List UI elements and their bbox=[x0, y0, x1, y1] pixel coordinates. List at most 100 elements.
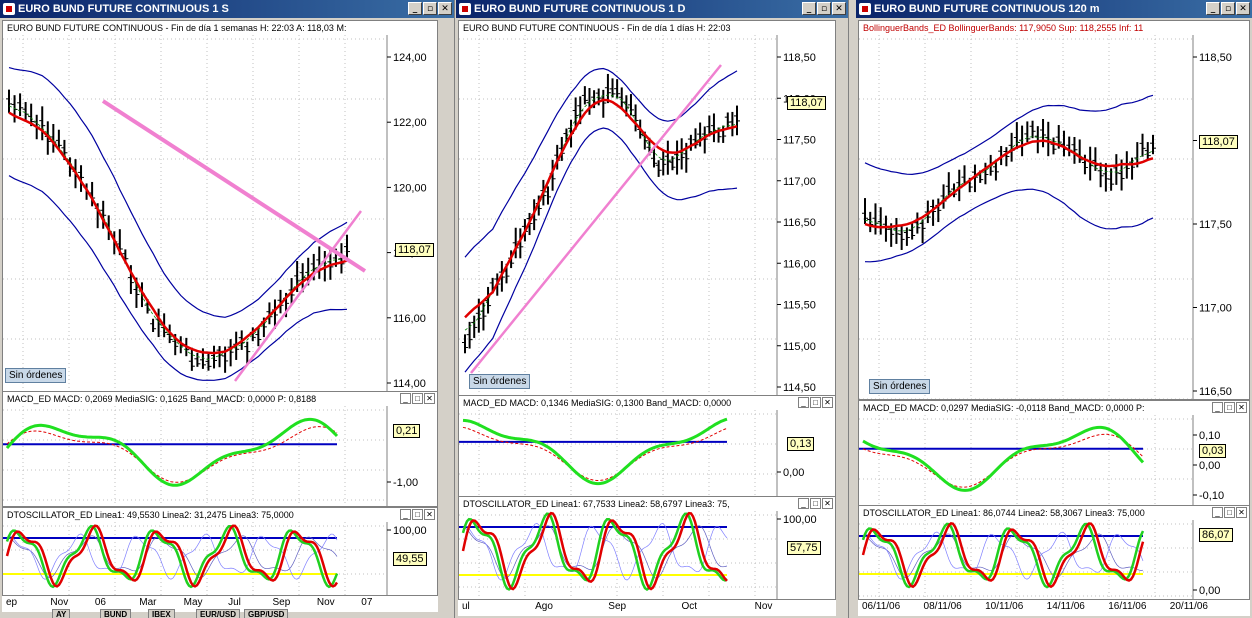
window-title-bar[interactable]: EURO BUND FUTURE CONTINUOUS 1 D _ ▫ ✕ bbox=[456, 0, 848, 18]
axis-tick-label: 124,00 bbox=[393, 52, 427, 64]
axis-tick-label: 0,00 bbox=[783, 467, 804, 479]
axis-tick-label: 0,00 bbox=[1199, 460, 1220, 472]
orders-button[interactable]: Sin órdenes bbox=[5, 368, 67, 383]
axis-tick-label: 116,00 bbox=[393, 313, 426, 325]
osc-last-badge: 49,55 bbox=[393, 552, 427, 566]
axis-tick-label: 118,50 bbox=[1199, 52, 1232, 64]
app-icon bbox=[459, 3, 471, 15]
orders-button[interactable]: Sin órdenes bbox=[469, 374, 531, 389]
trend-line bbox=[233, 210, 363, 382]
price-pane[interactable]: EURO BUND FUTURE CONTINUOUS - Fin de día… bbox=[2, 20, 438, 392]
minimize-icon[interactable]: _ bbox=[1206, 2, 1220, 15]
macd-last-badge: 0,13 bbox=[787, 437, 815, 451]
time-axis-label: Mar bbox=[139, 597, 157, 608]
macd-line bbox=[862, 425, 1145, 492]
time-axis-label: Ago bbox=[535, 601, 553, 612]
oscillator-chart[interactable]: 100,00 bbox=[3, 508, 438, 601]
close-icon[interactable]: ✕ bbox=[438, 2, 452, 15]
time-axis: ul Ago Sep Oct Nov bbox=[458, 599, 836, 616]
symbol-tab[interactable]: AY bbox=[52, 609, 71, 618]
window-title-bar[interactable]: EURO BUND FUTURE CONTINUOUS 1 S _ ▫ ✕ bbox=[0, 0, 454, 18]
window-title: EURO BUND FUTURE CONTINUOUS 1 S bbox=[18, 3, 229, 15]
axis-tick-label: 122,00 bbox=[393, 117, 427, 129]
axis-tick-label: 117,00 bbox=[783, 176, 816, 188]
time-axis-label: 14/11/06 bbox=[1046, 601, 1085, 612]
oscillator-pane[interactable]: DTOSCILLATOR_ED Linea1: 86,0744 Linea2: … bbox=[858, 505, 1250, 601]
chart-window-weekly[interactable]: EURO BUND FUTURE CONTINUOUS 1 S _ ▫ ✕ EU… bbox=[0, 0, 455, 618]
macd-chart[interactable]: -1,00 bbox=[3, 392, 438, 507]
price-pane[interactable]: BollinguerBands_ED BollinguerBands: 117,… bbox=[858, 20, 1250, 400]
oscillator-pane[interactable]: DTOSCILLATOR_ED Linea1: 49,5530 Linea2: … bbox=[2, 507, 438, 601]
price-pane[interactable]: EURO BUND FUTURE CONTINUOUS - Fin de día… bbox=[458, 20, 836, 396]
axis-tick-label: 115,50 bbox=[783, 300, 816, 312]
time-axis-label: Jul bbox=[228, 597, 241, 608]
restore-icon[interactable]: ▫ bbox=[1221, 2, 1235, 15]
osc-last-badge: 86,07 bbox=[1199, 528, 1233, 542]
window-title-bar[interactable]: EURO BUND FUTURE CONTINUOUS 120 m _ ▫ ✕ bbox=[856, 0, 1252, 18]
macd-pane[interactable]: MACD_ED MACD: 0,0297 MediaSIG: -0,0118 B… bbox=[858, 400, 1250, 506]
close-icon[interactable]: ✕ bbox=[832, 2, 846, 15]
osc-line-2 bbox=[5, 524, 339, 589]
lower-band bbox=[464, 127, 738, 373]
minimize-icon[interactable]: _ bbox=[408, 2, 422, 15]
restore-icon[interactable]: ▫ bbox=[423, 2, 437, 15]
moving-average bbox=[864, 139, 1154, 229]
time-axis-label: 08/11/06 bbox=[923, 601, 962, 612]
time-axis-label: 20/11/06 bbox=[1169, 601, 1208, 612]
axis-tick-label: 100,00 bbox=[783, 514, 817, 526]
symbol-tabs[interactable]: AY BUND IBEX EUR/USD GBP/USD bbox=[0, 609, 289, 618]
chart-window-intraday[interactable]: EURO BUND FUTURE CONTINUOUS 120 m _ ▫ ✕ … bbox=[856, 0, 1252, 618]
osc-last-badge: 57,75 bbox=[787, 541, 821, 555]
oscillator-chart[interactable]: 100,00 bbox=[459, 497, 836, 602]
axis-tick-label: 116,50 bbox=[1199, 386, 1232, 398]
axis-tick-label: 116,00 bbox=[783, 258, 816, 270]
symbol-tab[interactable]: EUR/USD bbox=[196, 609, 241, 618]
oscillator-chart[interactable]: 0,00 bbox=[859, 506, 1250, 601]
macd-signal-line bbox=[6, 426, 338, 483]
axis-tick-label: 114,00 bbox=[393, 378, 426, 390]
axis-tick-label: 115,00 bbox=[783, 341, 816, 353]
time-axis: 06/11/06 08/11/06 10/11/06 14/11/06 16/11/06… bbox=[858, 599, 1250, 616]
price-chart[interactable]: 118,50118,00117,50117,00116,50 bbox=[859, 21, 1250, 400]
axis-tick-label: 117,50 bbox=[1199, 219, 1232, 231]
macd-pane[interactable]: MACD_ED MACD: 0,1346 MediaSIG: 0,1300 Ba… bbox=[458, 395, 836, 497]
minimize-icon[interactable]: _ bbox=[802, 2, 816, 15]
time-axis-label: ep bbox=[6, 597, 18, 608]
price-chart[interactable]: 118,50118,00117,50117,00116,50116,00115,… bbox=[459, 21, 836, 396]
time-axis-label: Sep bbox=[608, 601, 627, 612]
time-axis-label: Sep bbox=[272, 597, 291, 608]
osc-line-1 bbox=[5, 524, 339, 588]
time-axis-label: Oct bbox=[681, 601, 697, 612]
app-icon bbox=[3, 3, 15, 15]
time-axis-label: ul bbox=[462, 601, 470, 612]
time-axis-label: 10/11/06 bbox=[985, 601, 1024, 612]
time-axis-label: 16/11/06 bbox=[1108, 601, 1147, 612]
time-axis-label: 06 bbox=[94, 597, 106, 608]
window-title: EURO BUND FUTURE CONTINUOUS 1 D bbox=[474, 3, 686, 15]
window-title: EURO BUND FUTURE CONTINUOUS 120 m bbox=[874, 3, 1100, 15]
axis-tick-label: 0,10 bbox=[1199, 430, 1220, 442]
last-price-badge: 118,07 bbox=[1199, 135, 1238, 149]
macd-chart[interactable]: 0,00 bbox=[459, 396, 836, 497]
last-price-badge: 118,07 bbox=[395, 243, 434, 257]
oscillator-pane[interactable]: DTOSCILLATOR_ED Linea1: 67,7533 Linea2: … bbox=[458, 496, 836, 602]
price-chart[interactable]: 124,00122,00120,00118,00116,00114,00 bbox=[3, 21, 438, 392]
time-axis-label: Nov bbox=[754, 601, 773, 612]
chart-window-daily[interactable]: EURO BUND FUTURE CONTINUOUS 1 D _ ▫ ✕ EU… bbox=[456, 0, 849, 618]
macd-line bbox=[5, 417, 339, 487]
symbol-tab[interactable]: BUND bbox=[100, 609, 132, 618]
restore-icon[interactable]: ▫ bbox=[817, 2, 831, 15]
macd-chart[interactable]: 0,10 0,00 -0,10 bbox=[859, 401, 1250, 506]
close-icon[interactable]: ✕ bbox=[1236, 2, 1250, 15]
orders-button[interactable]: Sin órdenes bbox=[869, 379, 931, 394]
time-axis-label: 06/11/06 bbox=[862, 601, 901, 612]
symbol-tab[interactable]: GBP/USD bbox=[244, 609, 289, 618]
axis-tick-label: 118,50 bbox=[783, 52, 816, 64]
macd-last-badge: 0,21 bbox=[393, 424, 421, 438]
axis-tick-label: -1,00 bbox=[393, 477, 418, 489]
macd-pane[interactable]: MACD_ED MACD: 0,2069 MediaSIG: 0,1625 Ba… bbox=[2, 391, 438, 507]
axis-tick-label: 114,50 bbox=[783, 382, 816, 394]
axis-tick-label: 117,50 bbox=[783, 135, 816, 147]
axis-tick-label: 100,00 bbox=[393, 525, 427, 537]
symbol-tab[interactable]: IBEX bbox=[148, 609, 175, 618]
